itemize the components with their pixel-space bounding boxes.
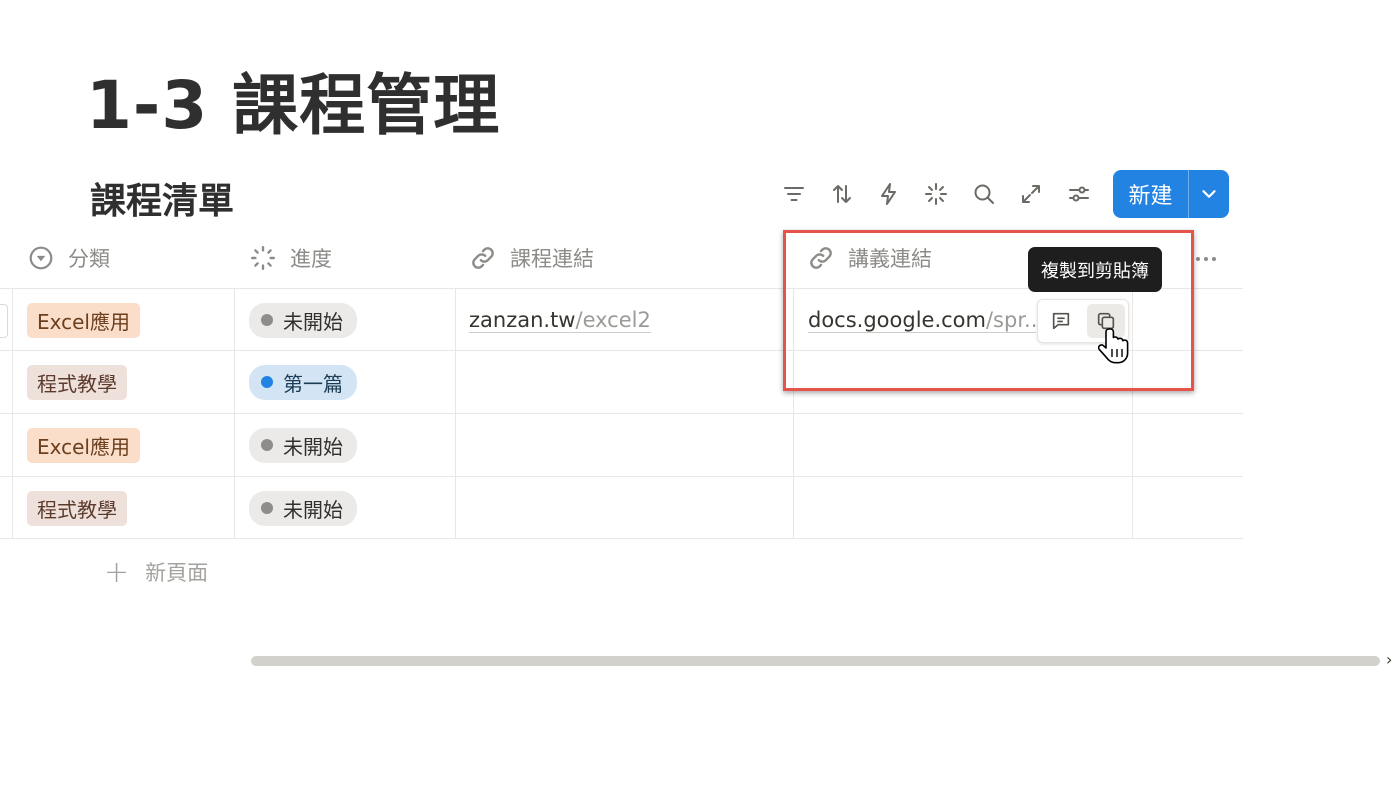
link-icon: [810, 247, 832, 269]
status-pill[interactable]: 未開始: [249, 490, 357, 526]
row-handle[interactable]: [0, 304, 8, 338]
status-label: 未開始: [283, 434, 343, 459]
category-tag[interactable]: 程式教學: [27, 364, 127, 400]
column-header-handout-link[interactable]: 講義連結: [808, 228, 932, 288]
plus-icon: +: [104, 554, 130, 590]
comment-icon: [1052, 312, 1069, 330]
settings-icon[interactable]: [1061, 176, 1097, 212]
column-header-label: 課程連結: [510, 247, 594, 271]
category-tag[interactable]: Excel應用: [27, 427, 140, 463]
page-title: 1-3 課程管理: [86, 67, 501, 144]
row-divider: [0, 476, 1243, 477]
more-options-icon[interactable]: [1190, 245, 1222, 273]
course-link[interactable]: zanzan.tw/excel2: [469, 308, 651, 333]
database-title[interactable]: 課程清單: [90, 172, 234, 224]
new-page-button[interactable]: + 新頁面: [104, 552, 208, 592]
column-header-label: 進度: [290, 247, 332, 271]
status-cell[interactable]: 未開始: [249, 289, 357, 351]
link-host: zanzan.tw: [469, 307, 576, 332]
link-icon: [472, 247, 494, 269]
row-divider: [0, 538, 1243, 539]
column-divider: [12, 288, 13, 539]
new-dropdown-button[interactable]: [1189, 170, 1229, 218]
column-header-status[interactable]: 進度: [250, 228, 332, 288]
status-icon: [250, 245, 276, 271]
status-dot: [261, 376, 273, 388]
link-host: docs.google.com: [808, 307, 986, 332]
ai-icon[interactable]: [918, 176, 954, 212]
search-icon[interactable]: [966, 176, 1002, 212]
status-pill[interactable]: 未開始: [249, 302, 357, 338]
status-dot: [261, 314, 273, 326]
handout-link[interactable]: docs.google.com/spr...: [808, 308, 1036, 333]
status-pill[interactable]: 未開始: [249, 427, 357, 463]
scroll-right-icon[interactable]: ›: [1386, 650, 1392, 669]
expand-icon[interactable]: [1013, 176, 1049, 212]
table-row[interactable]: Excel應用: [27, 289, 140, 351]
column-header-label: 分類: [68, 247, 110, 271]
status-cell[interactable]: 第一篇: [249, 351, 357, 413]
chevron-down-icon: [1202, 190, 1216, 198]
status-pill[interactable]: 第一篇: [249, 364, 357, 400]
status-label: 未開始: [283, 309, 343, 334]
column-header-course-link[interactable]: 課程連結: [470, 228, 594, 288]
copy-tooltip: 複製到剪貼簿: [1028, 247, 1162, 292]
column-header-label: 講義連結: [848, 247, 932, 271]
link-path: /excel2: [575, 307, 651, 332]
table-row[interactable]: 程式教學: [27, 351, 127, 413]
column-divider: [1132, 288, 1133, 539]
column-divider: [793, 288, 794, 539]
status-dot: [261, 439, 273, 451]
horizontal-scrollbar[interactable]: [251, 656, 1380, 666]
status-dot: [261, 502, 273, 514]
handout-link-cell[interactable]: docs.google.com/spr...: [808, 289, 1036, 351]
new-page-label: 新頁面: [145, 561, 209, 585]
comment-button[interactable]: [1042, 304, 1080, 338]
sort-icon[interactable]: [824, 176, 860, 212]
automation-icon[interactable]: [871, 176, 907, 212]
link-path: /spr...: [985, 307, 1036, 332]
select-icon: [29, 246, 53, 270]
column-divider: [234, 288, 235, 539]
column-divider: [455, 288, 456, 539]
table-row[interactable]: Excel應用: [27, 414, 140, 476]
filter-icon[interactable]: [776, 176, 812, 212]
category-tag[interactable]: 程式教學: [27, 490, 127, 526]
hand-cursor-icon: [1098, 328, 1129, 364]
new-button[interactable]: 新建: [1113, 170, 1188, 218]
category-tag[interactable]: Excel應用: [27, 302, 140, 338]
status-label: 第一篇: [283, 371, 343, 396]
course-link-cell[interactable]: zanzan.tw/excel2: [469, 289, 651, 351]
status-cell[interactable]: 未開始: [249, 414, 357, 476]
new-button-group: 新建: [1113, 170, 1229, 218]
status-label: 未開始: [283, 497, 343, 522]
table-row[interactable]: 程式教學: [27, 477, 127, 539]
status-cell[interactable]: 未開始: [249, 477, 357, 539]
column-header-category[interactable]: 分類: [28, 228, 110, 288]
row-divider: [0, 413, 1243, 414]
